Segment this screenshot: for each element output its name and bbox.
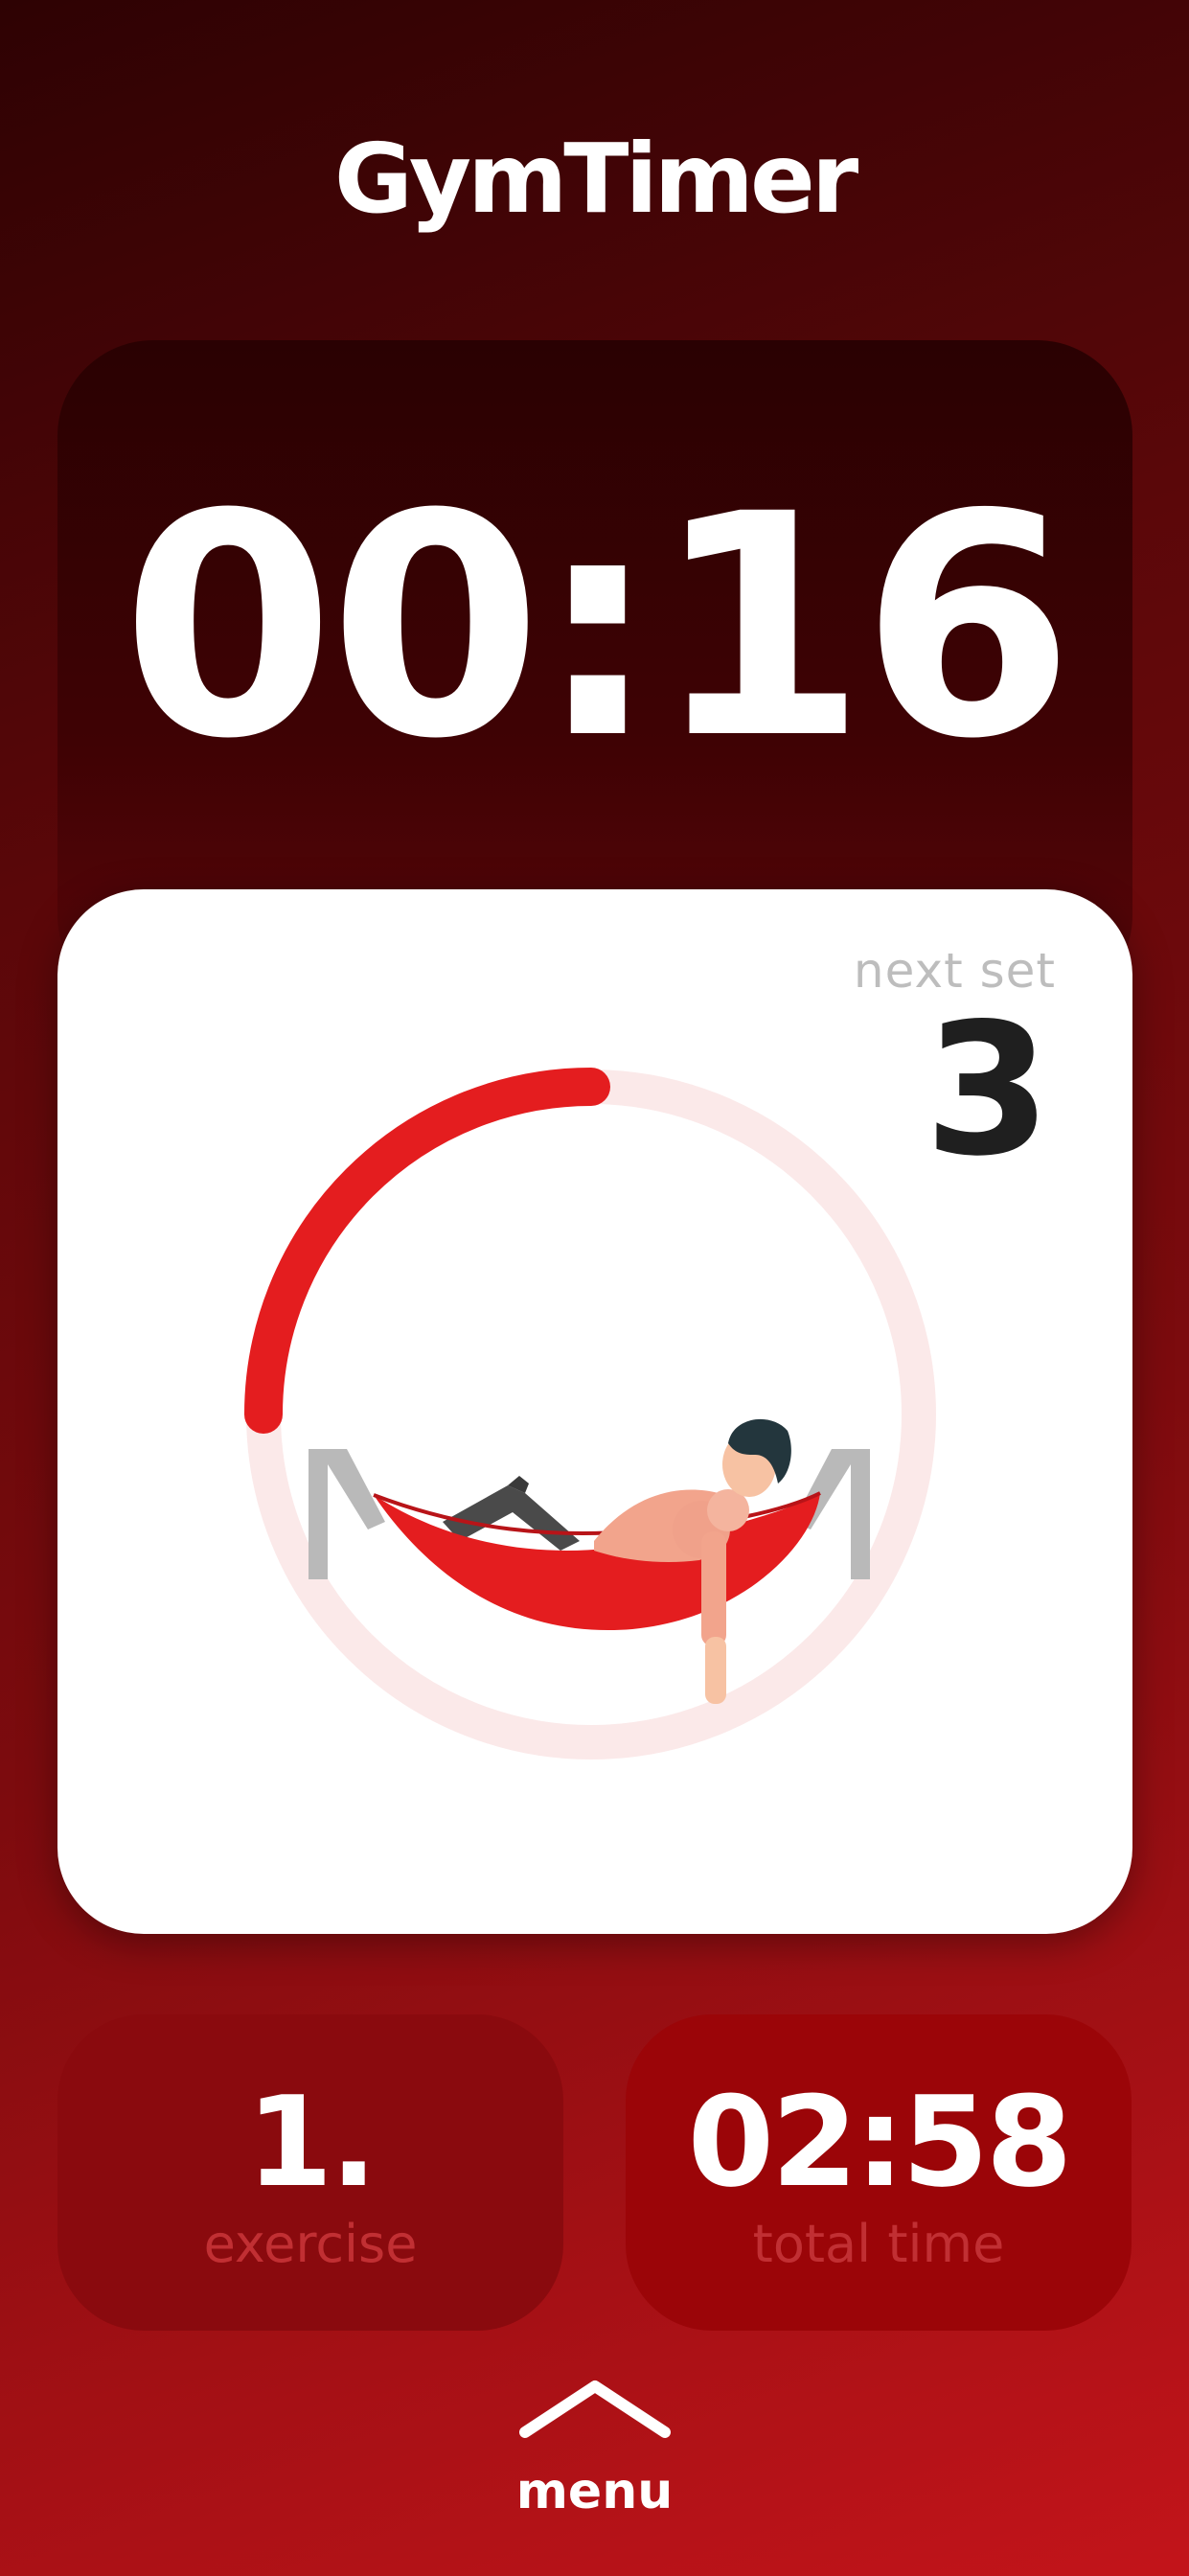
app-title: GymTimer (333, 123, 858, 235)
menu-button[interactable]: menu (479, 2377, 710, 2530)
exercise-label: exercise (203, 2214, 418, 2274)
exercise-number: 1. (246, 2069, 377, 2215)
exercise-stat-card: 1. exercise (57, 2014, 563, 2331)
total-time-stat-card: 02:58 total time (626, 2014, 1132, 2331)
chevron-up-icon (519, 2380, 671, 2438)
menu-label: menu (515, 2463, 674, 2520)
timer-display: 00:16 (121, 449, 1075, 806)
total-time-value: 02:58 (687, 2069, 1073, 2215)
total-time-label: total time (752, 2214, 1005, 2274)
next-set-value: 3 (924, 984, 1051, 1196)
progress-ring-arc (244, 1068, 610, 1434)
rest-card: next set 3 (57, 889, 1132, 1934)
